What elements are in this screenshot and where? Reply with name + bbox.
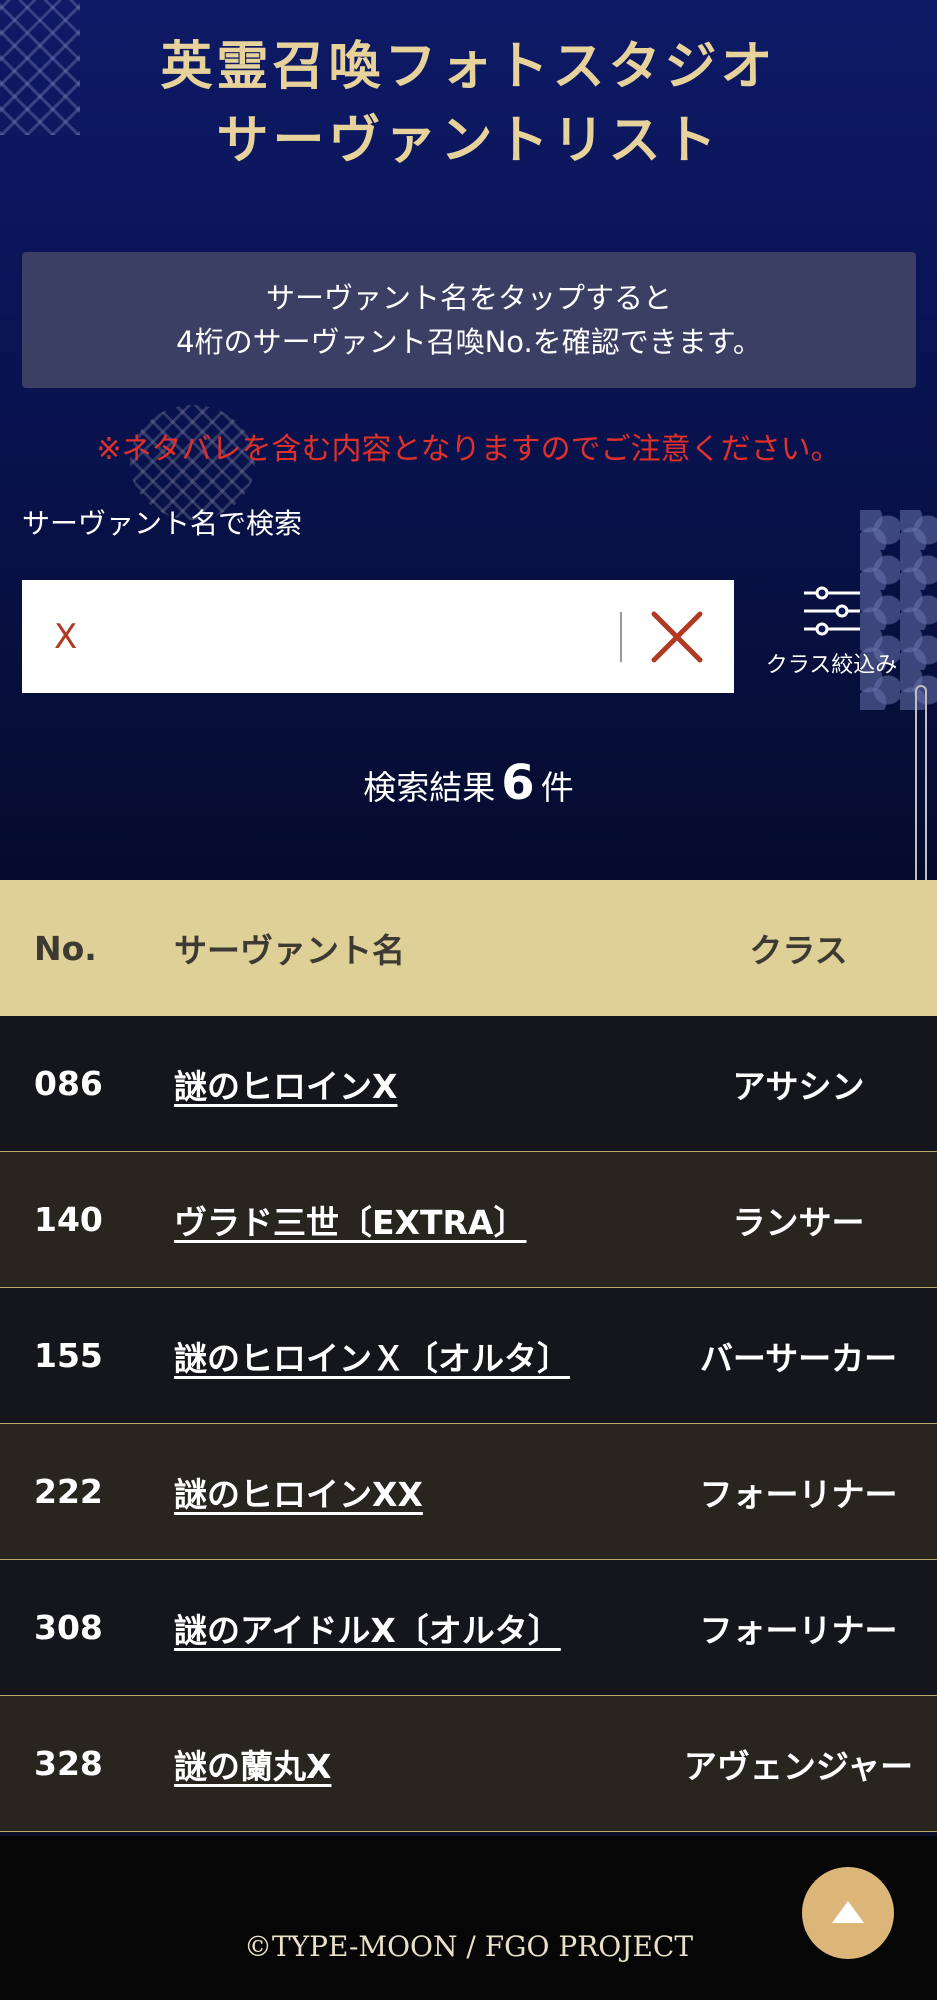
servant-no: 328 [34, 1744, 103, 1783]
result-prefix: 検索結果 [363, 768, 496, 807]
header-no: No. [34, 928, 97, 968]
result-number: 6 [501, 755, 535, 811]
table-row: 328 謎の蘭丸X アヴェンジャー [0, 1696, 937, 1832]
result-suffix: 件 [540, 768, 574, 807]
table-row: 222 謎のヒロインXX フォーリナー [0, 1424, 937, 1560]
notice-line-2: 4桁のサーヴァント召喚No.を確認できます。 [176, 325, 762, 359]
table-row: 155 謎のヒロインＸ〔オルタ〕 バーサーカー [0, 1288, 937, 1424]
notice-box: サーヴァント名をタップすると 4桁のサーヴァント召喚No.を確認できます。 [22, 252, 916, 388]
sliders-icon [803, 586, 860, 636]
search-box [22, 580, 734, 693]
footer [0, 1836, 937, 2000]
servant-no: 308 [34, 1608, 103, 1647]
servant-table: No. サーヴァント名 クラス 086 謎のヒロインX アサシン 140 ヴラド… [0, 880, 937, 1832]
servant-class: フォーリナー [699, 1610, 898, 1650]
class-filter-label: クラス絞込み [765, 653, 898, 678]
clear-button[interactable] [642, 602, 712, 672]
page-title: 英霊召喚フォトスタジオ サーヴァントリスト [0, 30, 937, 178]
servant-name-link[interactable]: 謎の蘭丸X [174, 1747, 331, 1786]
result-count: 検索結果 6 件 [0, 755, 937, 811]
arrow-up-icon [832, 1901, 864, 1923]
servant-class: ランサー [732, 1202, 865, 1242]
servant-class: アサシン [732, 1066, 865, 1106]
copyright: ©TYPE-MOON / FGO PROJECT [243, 1930, 694, 1963]
class-filter-button[interactable]: クラス絞込み [754, 585, 909, 685]
header-section: 英霊召喚フォトスタジオ サーヴァントリスト サーヴァント名をタップすると 4桁の… [0, 0, 937, 880]
servant-name-link[interactable]: 謎のアイドルX〔オルタ〕 [174, 1611, 561, 1650]
servant-no: 155 [34, 1336, 103, 1375]
table-row: 140 ヴラド三世〔EXTRA〕 ランサー [0, 1152, 937, 1288]
servant-no: 086 [34, 1064, 103, 1103]
servant-no: 140 [34, 1200, 103, 1239]
servant-class: アヴェンジャー [683, 1746, 914, 1786]
table-row: 308 謎のアイドルX〔オルタ〕 フォーリナー [0, 1560, 937, 1696]
servant-name-link[interactable]: 謎のヒロインX [174, 1067, 397, 1106]
title-line-1: 英霊召喚フォトスタジオ [160, 36, 777, 97]
search-input[interactable] [22, 580, 612, 693]
servant-name-link[interactable]: 謎のヒロインXX [174, 1475, 423, 1514]
header-class: クラス [749, 931, 848, 970]
servant-class: フォーリナー [699, 1474, 898, 1514]
search-divider [620, 612, 622, 662]
header-name: サーヴァント名 [174, 931, 405, 970]
table-row: 086 謎のヒロインX アサシン [0, 1016, 937, 1152]
notice-line-1: サーヴァント名をタップすると [265, 281, 672, 315]
servant-name-link[interactable]: 謎のヒロインＸ〔オルタ〕 [174, 1339, 570, 1378]
spoiler-warning: ※ネタバレを含む内容となりますのでご注意ください。 [96, 432, 841, 467]
table-header: No. サーヴァント名 クラス [0, 880, 937, 1016]
back-to-top-button[interactable] [802, 1867, 894, 1959]
servant-class: バーサーカー [699, 1338, 898, 1378]
servant-no: 222 [34, 1472, 103, 1511]
servant-name-link[interactable]: ヴラド三世〔EXTRA〕 [174, 1203, 526, 1242]
title-line-2: サーヴァントリスト [216, 110, 721, 171]
search-label: サーヴァント名で検索 [22, 507, 303, 540]
close-icon [651, 611, 703, 663]
